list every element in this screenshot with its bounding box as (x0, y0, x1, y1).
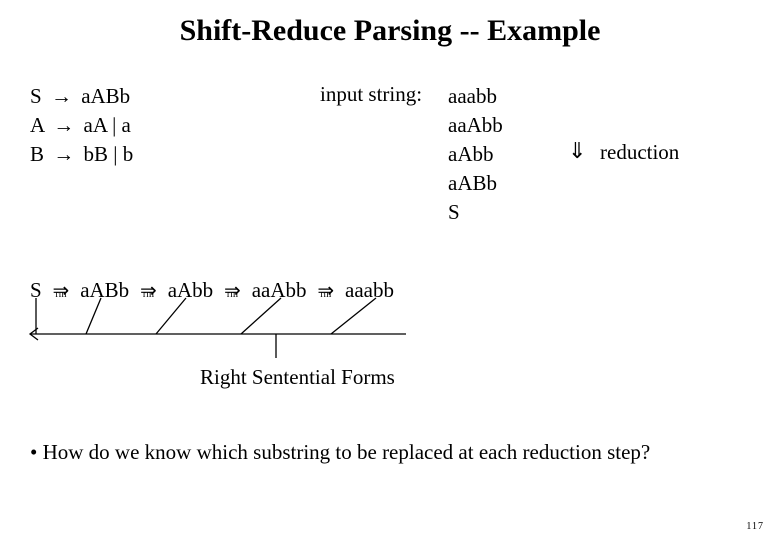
rule1-rhs: aABb (81, 84, 130, 108)
down-double-arrow-icon: ⇓ (568, 138, 586, 164)
reduction-label: reduction (600, 140, 679, 165)
reduction-step-3: aAbb (448, 140, 503, 169)
production-arrow-icon: → (49, 142, 78, 166)
input-string-label: input string: (320, 82, 422, 107)
page-title: Shift-Reduce Parsing -- Example (0, 14, 780, 48)
grammar-rule-2: A → aA | a (30, 111, 133, 140)
rule3-lhs: B (30, 142, 44, 166)
reduction-sequence: aaabb aaAbb aAbb aABb S (448, 82, 503, 227)
reduction-step-2: aaAbb (448, 111, 503, 140)
grammar-rule-3: B → bB | b (30, 140, 133, 169)
right-sentential-forms-label: Right Sentential Forms (200, 365, 395, 390)
reduction-step-4: aABb (448, 169, 503, 198)
production-arrow-icon: → (47, 84, 76, 108)
brace-connector-icon (26, 298, 446, 360)
grammar-block: S → aABb A → aA | a B → bB | b (30, 82, 133, 169)
slide: Shift-Reduce Parsing -- Example S → aABb… (0, 0, 780, 540)
rule2-lhs: A (30, 113, 44, 137)
page-number: 117 (746, 521, 764, 532)
reduction-step-5: S (448, 198, 503, 227)
rule3-rhs: bB | b (84, 142, 134, 166)
production-arrow-icon: → (49, 113, 78, 137)
rule1-lhs: S (30, 84, 42, 108)
bullet-question: • How do we know which substring to be r… (30, 440, 650, 465)
grammar-rule-1: S → aABb (30, 82, 133, 111)
reduction-step-1: aaabb (448, 82, 503, 111)
rule2-rhs: aA | a (84, 113, 131, 137)
